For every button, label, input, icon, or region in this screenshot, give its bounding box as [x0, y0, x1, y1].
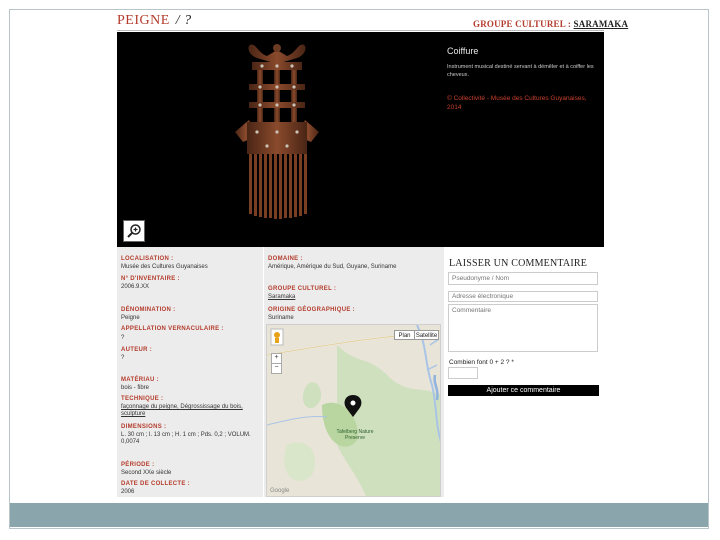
field-value: Second XXe siècle [121, 470, 172, 476]
comment-heading: LAISSER UN COMMENTAIRE [449, 258, 588, 269]
field-value: Musée des Cultures Guyanaises [121, 264, 208, 270]
details-column-left: LOCALISATION : Musée des Cultures Guyana… [117, 247, 263, 497]
map-watermark: Google [270, 488, 290, 494]
field-label: DATE DE COLLECTE : [121, 481, 190, 487]
field-label: APPELLATION VERNACULAIRE : [121, 326, 224, 332]
field-label: PÉRIODE : [121, 462, 155, 468]
field-value: Amérique, Amérique du Sud, Guyane, Surin… [268, 264, 397, 270]
group-header-label: GROUPE CULTUREL : [473, 19, 572, 29]
field-label: DOMAINE : [268, 256, 303, 262]
map-graphic [267, 325, 440, 496]
map-place-label: Tafelberg Nature Preserve [336, 429, 374, 441]
title-text: PEIGNE [117, 13, 170, 28]
field-value: ? [121, 335, 125, 341]
map-satellite-button[interactable]: Satellite [414, 330, 439, 340]
field-label: N° D'INVENTAIRE : [121, 276, 180, 282]
zoom-in-button[interactable] [123, 220, 145, 242]
field-value: ? [121, 355, 125, 361]
field-value-link[interactable]: Saramaka [268, 294, 295, 301]
pseudonym-input[interactable] [448, 272, 598, 285]
info-description: Instrument musical destiné servant à dém… [447, 64, 594, 78]
map-plan-button[interactable]: Plan [394, 330, 415, 340]
group-header: GROUPE CULTUREL : SARAMAKA [473, 19, 628, 29]
field-label: AUTEUR : [121, 347, 153, 353]
email-input[interactable] [448, 291, 598, 302]
magnifier-plus-icon [127, 224, 141, 238]
field-label: ORIGINE GÉOGRAPHIQUE : [268, 307, 355, 313]
field-value: bois - fibre [121, 385, 150, 391]
info-category: Coiffure [447, 46, 479, 56]
field-value-link[interactable]: façonnage du peigne, Dégrossissage du bo… [121, 404, 257, 418]
field-label: DIMENSIONS : [121, 424, 167, 430]
footer-bar [10, 503, 708, 527]
field-label: MATÉRIAU : [121, 377, 159, 383]
field-label: LOCALISATION : [121, 256, 174, 262]
info-panel: Coiffure Instrument musical destiné serv… [442, 32, 604, 247]
location-map[interactable]: Tafelberg Nature Preserve Google + − [266, 324, 441, 497]
field-label: DÉNOMINATION : [121, 307, 176, 313]
submit-comment-button[interactable]: Ajouter ce commentaire [448, 385, 599, 396]
info-credit: © Collectivité - Musée des Cultures Guya… [447, 95, 587, 111]
field-value: L. 30 cm ; l. 13 cm ; H. 1 cm ; Pds. 0,2… [121, 432, 251, 445]
captcha-input[interactable] [448, 367, 478, 379]
field-label: TECHNIQUE : [121, 396, 164, 402]
field-value: Suriname [268, 315, 294, 321]
field-value: 2006.9.XX [121, 284, 150, 290]
object-photo[interactable] [117, 32, 442, 247]
page-title: PEIGNE / ? [117, 13, 192, 29]
field-label: GROUPE CULTUREL : [268, 286, 337, 292]
header-divider [117, 30, 604, 31]
field-value: Peigne [121, 315, 140, 321]
field-value: 2006 [121, 489, 135, 495]
map-zoom-out-button[interactable]: − [271, 363, 282, 374]
captcha-label: Combien font 0 + 2 ? * [449, 359, 514, 366]
comb-illustration [235, 44, 319, 219]
group-header-link[interactable]: SARAMAKA [574, 19, 629, 29]
comment-textarea[interactable] [448, 304, 598, 352]
title-subtitle: / ? [175, 13, 192, 28]
